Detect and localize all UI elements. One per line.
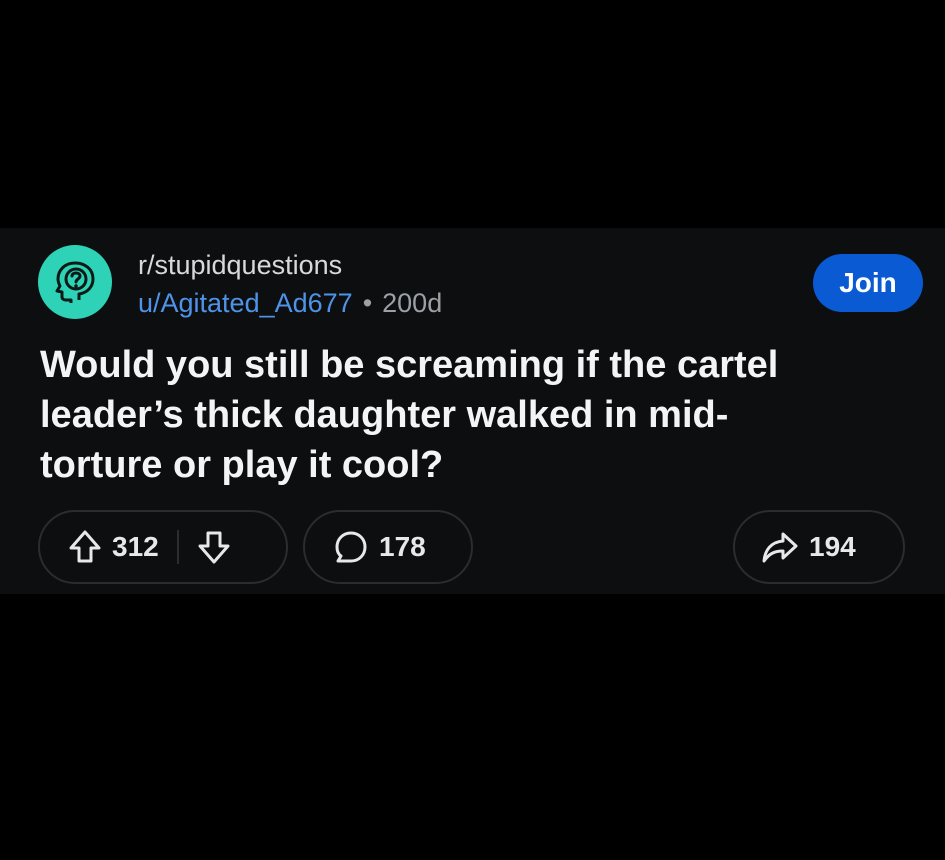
vote-divider (176, 530, 179, 564)
subreddit-name[interactable]: r/stupidquestions (138, 248, 442, 282)
question-head-icon (55, 261, 95, 303)
join-button[interactable]: Join (813, 254, 923, 312)
post-card: r/stupidquestions u/Agitated_Ad677 • 200d … (0, 228, 945, 594)
author-line: u/Agitated_Ad677 • 200d (138, 286, 442, 320)
comment-count: 178 (379, 531, 426, 562)
post-age: 200d (382, 288, 443, 318)
post-title[interactable]: Would you still be screaming if the cart… (40, 340, 840, 490)
share-arrow-icon (761, 530, 799, 564)
share-button[interactable]: 194 (733, 510, 905, 584)
downvote-arrow-icon[interactable] (197, 529, 231, 565)
comments-button[interactable]: 178 (303, 510, 473, 584)
upvote-count: 312 (112, 531, 159, 562)
subreddit-avatar-icon[interactable] (38, 245, 112, 319)
meta-separator: • (362, 288, 373, 318)
post-meta: r/stupidquestions u/Agitated_Ad677 • 200d (138, 248, 442, 320)
upvote-arrow-icon[interactable] (68, 529, 102, 565)
comment-bubble-icon (333, 529, 369, 565)
vote-bar: 312 (38, 510, 288, 584)
share-count: 194 (809, 531, 856, 562)
author-username[interactable]: u/Agitated_Ad677 (138, 288, 353, 318)
